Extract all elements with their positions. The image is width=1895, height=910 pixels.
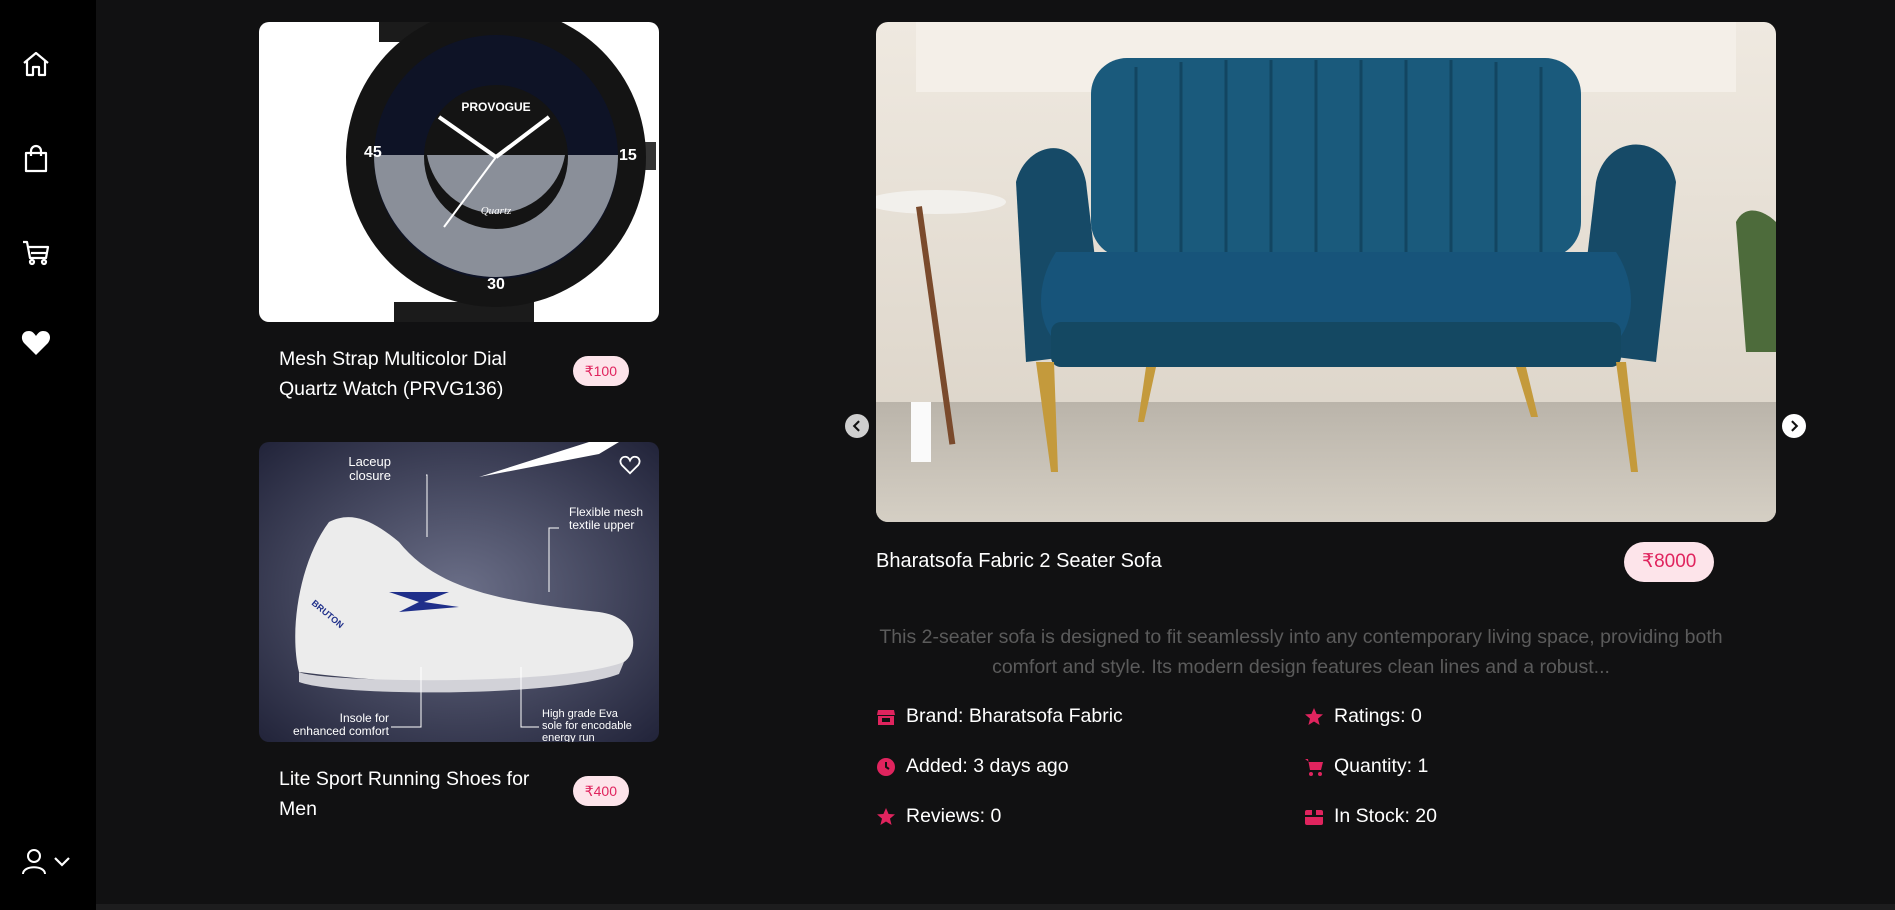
star-icon bbox=[1305, 707, 1323, 725]
shopping-bag-icon[interactable] bbox=[18, 141, 54, 177]
price-badge[interactable]: ₹100 bbox=[572, 356, 629, 386]
bottom-bar bbox=[96, 904, 1895, 910]
product-description: This 2-seater sofa is designed to fit se… bbox=[879, 626, 1723, 678]
quantity-text: Quantity: 1 bbox=[1334, 755, 1429, 777]
profile-menu[interactable] bbox=[20, 846, 76, 876]
home-icon[interactable] bbox=[18, 46, 54, 82]
product-card[interactable]: Laceup closure Flexible mesh textile upp… bbox=[259, 442, 659, 830]
featured-price-badge[interactable]: ₹8000 bbox=[1624, 542, 1715, 582]
annotation-insole: Insole for bbox=[340, 711, 389, 725]
reviews-text: Reviews: 0 bbox=[906, 805, 1002, 827]
heart-icon[interactable] bbox=[18, 325, 54, 361]
chevron-left-icon bbox=[852, 420, 860, 432]
user-icon bbox=[22, 849, 46, 875]
sidebar bbox=[0, 0, 96, 910]
chevron-right-icon bbox=[1791, 420, 1799, 432]
product-image[interactable]: PROVOGUE Quartz 45 15 30 bbox=[259, 22, 659, 322]
shoe-image: Laceup closure Flexible mesh textile upp… bbox=[259, 442, 659, 742]
favorite-button[interactable] bbox=[617, 452, 643, 478]
box-icon bbox=[1305, 809, 1323, 825]
annotation-comfort: enhanced comfort bbox=[293, 724, 390, 738]
watch-dial-text: Quartz bbox=[481, 205, 512, 217]
meta-ratings: Ratings: 0 bbox=[1304, 705, 1422, 728]
clock-icon bbox=[877, 757, 895, 776]
product-title[interactable]: Lite Sport Running Shoes for Men bbox=[279, 764, 539, 824]
carousel-next-button[interactable] bbox=[1782, 414, 1806, 438]
added-text: Added: 3 days ago bbox=[906, 755, 1069, 777]
sofa-image bbox=[876, 22, 1776, 522]
watch-image: PROVOGUE Quartz 45 15 30 bbox=[259, 22, 659, 322]
cart-icon[interactable] bbox=[18, 234, 54, 270]
product-card[interactable]: PROVOGUE Quartz 45 15 30 Mesh Strap Mult… bbox=[259, 22, 659, 410]
product-title[interactable]: Mesh Strap Multicolor Dial Quartz Watch … bbox=[279, 344, 539, 404]
stock-text: In Stock: 20 bbox=[1334, 805, 1437, 827]
watch-brand-text: PROVOGUE bbox=[461, 100, 530, 114]
annotation-eva: High grade Eva bbox=[542, 708, 619, 720]
watch-number-30: 30 bbox=[487, 276, 505, 293]
price-badge[interactable]: ₹400 bbox=[572, 776, 629, 806]
annotation-sole: sole for encodable bbox=[542, 720, 632, 732]
watch-number-45: 45 bbox=[364, 144, 382, 161]
brand-text: Brand: Bharatsofa Fabric bbox=[906, 705, 1123, 727]
carousel-prev-button[interactable] bbox=[845, 414, 869, 438]
watch-number-15: 15 bbox=[619, 147, 637, 164]
featured-carousel[interactable] bbox=[876, 22, 1776, 522]
featured-product-title[interactable]: Bharatsofa Fabric 2 Seater Sofa bbox=[876, 550, 1162, 573]
annotation-textile: textile upper bbox=[569, 518, 634, 532]
annotation-closure: closure bbox=[349, 468, 391, 483]
annotation-energy: energy run bbox=[542, 732, 595, 742]
product-image[interactable]: Laceup closure Flexible mesh textile upp… bbox=[259, 442, 659, 742]
meta-added: Added: 3 days ago bbox=[876, 755, 1069, 778]
cart-filled-icon bbox=[1305, 758, 1323, 776]
meta-reviews: Reviews: 0 bbox=[876, 805, 1001, 828]
annotation-laceup: Laceup bbox=[348, 454, 391, 469]
ratings-text: Ratings: 0 bbox=[1334, 705, 1422, 727]
meta-quantity: Quantity: 1 bbox=[1304, 755, 1428, 778]
heart-outline-icon bbox=[619, 35, 641, 55]
chevron-down-icon bbox=[54, 857, 70, 867]
heart-outline-icon bbox=[619, 455, 641, 475]
product-info: Mesh Strap Multicolor Dial Quartz Watch … bbox=[259, 322, 659, 410]
store-icon bbox=[877, 709, 895, 725]
annotation-mesh: Flexible mesh bbox=[569, 505, 643, 519]
star-icon bbox=[877, 807, 895, 825]
meta-brand: Brand: Bharatsofa Fabric bbox=[876, 705, 1123, 728]
favorite-button[interactable] bbox=[617, 32, 643, 58]
meta-stock: In Stock: 20 bbox=[1304, 805, 1437, 828]
product-info: Lite Sport Running Shoes for Men ₹400 bbox=[259, 742, 659, 830]
